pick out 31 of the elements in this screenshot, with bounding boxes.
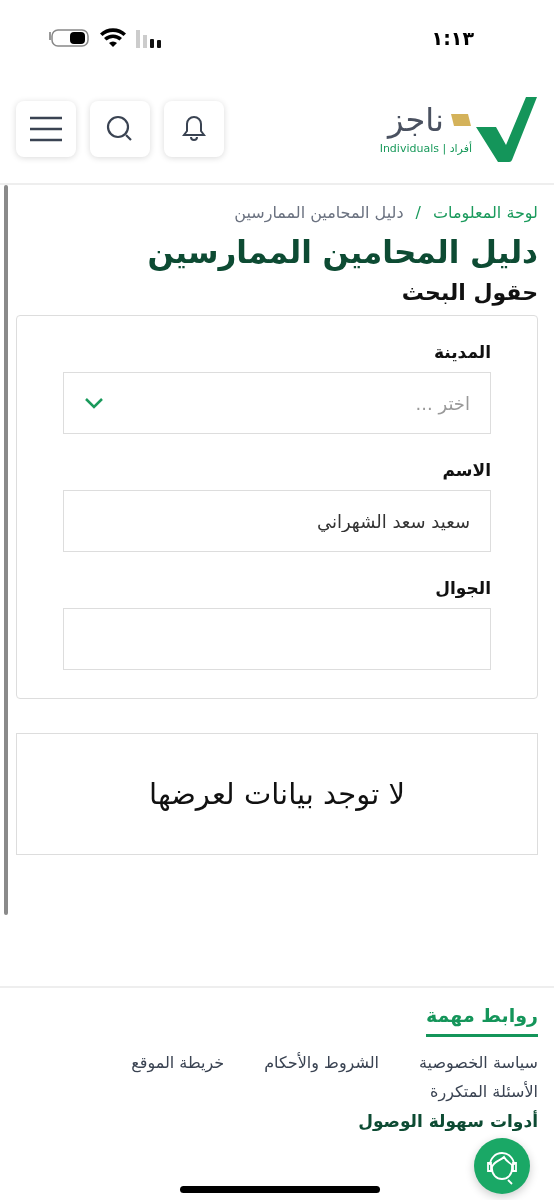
battery-icon <box>48 27 90 48</box>
checkmark-logo-icon <box>476 95 538 163</box>
search-button[interactable] <box>90 101 150 157</box>
bell-icon <box>182 115 206 143</box>
breadcrumb-separator: / <box>415 203 421 222</box>
support-button[interactable] <box>474 1138 530 1194</box>
status-time: ١:١٣ <box>431 26 474 49</box>
field-label: المدينة <box>432 342 491 362</box>
empty-results-message: لا توجد بيانات لعرضها <box>16 733 538 855</box>
search-icon <box>106 115 134 143</box>
section-title: حقول البحث <box>400 280 538 305</box>
chevron-down-icon <box>84 397 104 409</box>
breadcrumb-current: دليل المحامين الممارسين <box>234 203 404 222</box>
field-label: الاسم <box>441 460 491 480</box>
breadcrumb-link[interactable]: لوحة المعلومات <box>432 203 538 222</box>
footer-link[interactable]: الأسئلة المتكررة <box>430 1082 538 1101</box>
page-title: دليل المحامين الممارسين <box>146 234 538 270</box>
input-field[interactable]: سعيد سعد الشهراني <box>63 490 491 552</box>
footer-link[interactable]: الشروط والأحكام <box>264 1053 380 1072</box>
logo-tagline: أفراد | Individuals <box>379 141 472 155</box>
logo-accent-icon <box>448 112 472 127</box>
input-field[interactable] <box>63 608 491 670</box>
field-label: الجوال <box>434 578 491 598</box>
footer-heading: أدوات سهولة الوصول <box>357 1111 538 1131</box>
menu-button[interactable] <box>16 101 76 157</box>
notifications-button[interactable] <box>164 101 224 157</box>
footer-link[interactable]: خريطة الموقع <box>131 1053 225 1072</box>
footer-link[interactable]: سياسة الخصوصية <box>419 1053 538 1072</box>
menu-icon <box>29 116 63 142</box>
footer-heading: روابط مهمة <box>426 1004 538 1037</box>
wifi-icon <box>100 27 126 48</box>
